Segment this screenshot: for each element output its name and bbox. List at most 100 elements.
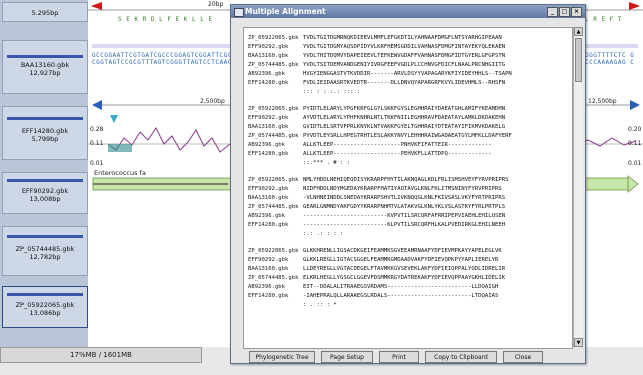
consensus-row: :.: .: : : : [248,230,343,239]
alignment-row: AB92396.gbk HVGYIENGGASTVTKVDDIR-------AR… [248,70,512,79]
protein-row: S E K R D L F E K L L E [118,16,213,23]
gc-scale-top: 0.28 [90,126,104,133]
alignment-row: EFF14280.gbk -------------------------KLP… [248,221,505,230]
sequence-sidebar: 5.295bp BAA13160.gbk 12,927bp EFF14280.g… [0,0,89,347]
close-window-button[interactable]: × [571,7,582,17]
alignment-sequence: ALLKTLEEP--------------------PNHVKFIFATT… [303,142,492,148]
alignment-sequence: GEARLGNMNDYAKFGDYYKRARPNHMTVLATAKVGLKNLY… [303,204,506,210]
alignment-sequence: -------------------------KLPVTILSRCQRFHL… [303,222,506,228]
sequence-block [578,44,638,48]
maximize-button[interactable]: □ [559,7,570,17]
sequence-bar [7,117,83,120]
alignment-sequence: NMLYHDDLNEHIQEQDISYKRARPFHYTILAKNQAGLKDL… [303,177,509,183]
alignment-row: BAA13160.gbk GVIDTLELSRTVFPRLKNYKLNTVAKKF… [248,123,505,132]
gc-scale-right-top: 0.20 [628,126,642,133]
alignment-block: ZP_05922065.gbk NMLYHDDLNEHIQEQDISYKRARPF… [244,176,572,239]
alignment-row: ZP_05744485.gbk GEARLGNMNDYAKFGDYYKRARPNH… [248,203,505,212]
sequence-entry[interactable]: 5.295bp [2,2,88,22]
dna-row: GCCGGAATTCGTGATCGCCCGGAGTCGGATTCGCCA [92,52,230,59]
gc-scale-right-mid: 0.11 [628,140,642,147]
alignment-row: AB92396.gbk -------------------------KVPV… [248,212,505,221]
alignment-sequence: AYVDTLELARYLYPHFKNHRLNTLTKKFNIILEGHHRAVF… [303,115,506,121]
dialog-titlebar[interactable]: Multiple Alignment _ □ × [231,5,585,18]
annotation-arrow-icon [627,175,639,193]
sequence-block [92,44,232,48]
sequence-entry-label: ZP_05744485.gbk 12,782bp [15,245,75,261]
alignment-sequence-name: BAA13160.gbk [248,124,289,130]
copy-to-clipboard-button[interactable]: Copy to Clipboard [425,351,497,363]
alignment-view[interactable]: ZP_05922065.gbk TVDLTGITDGMRNQKDIEEVLMMFL… [243,27,573,349]
print-button[interactable]: Print [379,351,419,363]
close-button[interactable]: Close [503,351,543,363]
sequence-entry[interactable]: EFF14280.gbk 5,799bp [2,106,88,160]
alignment-sequence-name: AB92396.gbk [248,284,286,290]
sequence-entry[interactable]: BAA13160.gbk 12,927bp [2,40,88,94]
window-icon [234,8,244,17]
dialog-title: Multiple Alignment [245,7,326,16]
sequence-entry[interactable]: ZP_05922065.gbk 13,086bp [2,286,88,328]
alignment-sequence-name: EFF90292.gbk [248,44,289,50]
alignment-sequence: YVDLTGITDGMYAQSDPIDYVLKRFHEMSGDDILVAHNAS… [303,44,506,50]
gc-scale-low: 0.01 [90,160,104,167]
alignment-sequence: TVDLTGITDGMRNQKDIEEVLMMFLEFGKDTILYAHNAAF… [303,35,502,41]
alignment-row: ZP_05744485.gbk ELKRLHEGLLYGSGCLGGEVFDSMM… [248,274,505,283]
alignment-sequence: -VLNHNEINDDLSNEDAYKRARPSHVTLIVKNQQGLKNLF… [303,195,506,201]
alignment-sequence-name: AB92396.gbk [248,142,286,148]
alignment-row: AB92396.gbk ALLKTLEEP--------------------… [248,141,492,150]
alignment-row: ZP_05744485.gbk YVDLTSITDEMVANDGENIYIVRGF… [248,61,505,70]
sequence-entry[interactable]: EFF90292.gbk 13,008bp [2,172,88,214]
nav-left-arrow-icon [92,100,102,110]
alignment-sequence-name: ZP_05922065.gbk [248,106,299,112]
alignment-sequence-name: ZP_05922065.gbk [248,35,299,41]
alignment-sequence: YVDLTHITDQMVYDAPEIEEVLTEFKEWVGDAFFVAHNAS… [303,53,506,59]
alignment-sequence-name: EFF14280.gbk [248,222,289,228]
nav-left-arrow-icon [91,2,102,10]
memory-status: 17%MB / 1601MB [0,347,202,363]
alignment-sequence-name: EFF90292.gbk [248,186,289,192]
alignment-sequence-name: EFF90292.gbk [248,115,289,121]
alignment-row: EFF90292.gbk AYVDTLELARYLYPHFKNHRLNTLTKKF… [248,114,505,123]
alignment-row: EFF14280.gbk FVDLIEIDAASRTKVEDTR-------DL… [248,79,505,88]
alignment-row: BAA13160.gbk YVDLTHITDQMVYDAPEIEEVLTEFKEW… [248,52,505,61]
scroll-thumb[interactable] [575,38,582,82]
alignment-row: ZP_05922065.gbk GLKKHRENLLIGSACDKGEIFEAMM… [248,247,502,256]
ruler-mid-left-label: 2,500bp [200,98,225,105]
scroll-down-arrow-icon[interactable]: ▼ [574,338,583,347]
alignment-sequence: :.: .: : : : [303,231,344,237]
alignment-row: EFF14280.gbk ALLKTLEEP-------------------… [248,150,492,159]
consensus-row: ::.*** . # : : [248,159,350,168]
alignment-row: EFF90292.gbk YVDLTGITDGMYAQSDPIDYVLKRFHEM… [248,43,505,52]
sequence-entry-label: EFF90292.gbk 13,008bp [21,187,69,203]
scroll-up-arrow-icon[interactable]: ▲ [574,27,583,36]
sequence-bar [7,179,83,182]
alignment-row: EFF90292.gbk GLKKLREGLLIGTACSGGELFEAMMKGM… [248,256,498,265]
minimize-button[interactable]: _ [547,7,558,17]
alignment-sequence-name: BAA13160.gbk [248,266,289,272]
phylogenetic-tree-button[interactable]: Phylogenetic Tree [249,351,315,363]
sequence-bar [7,55,83,58]
sequence-entry[interactable]: ZP_05744485.gbk 12,782bp [2,226,88,276]
page-setup-button[interactable]: Page Setup [321,351,373,363]
alignment-row: BAA13160.gbk LLDEYREGLLVGTACDEGELFTAVMKKG… [248,265,505,274]
alignment-scrollbar[interactable]: ▲ ▼ [573,27,583,347]
alignment-block: ZP_05922065.gbk TVDLTGITDGMRNQKDIEEVLMMFL… [244,34,572,97]
alignment-sequence: ::: : : :.: ::: : [303,89,361,95]
annotation-label: Enterococcus fa [94,169,146,177]
alignment-sequence: -IAHEPRALQLLARAAEGSLRDALS---------------… [303,293,499,299]
alignment-sequence-name: AB92396.gbk [248,213,286,219]
alignment-row: BAA13160.gbk -VLNHNEINDDLSNEDAYKRARPSHVTL… [248,194,505,203]
sequence-bar [7,293,83,296]
alignment-sequence-name: ZP_05744485.gbk [248,62,299,68]
sequence-entry-label: 5.295bp [31,9,59,17]
ruler-mid-right-label: 12,500bp [588,98,617,105]
multiple-alignment-dialog: Multiple Alignment _ □ × ZP_05922065.gbk… [230,4,586,364]
alignment-sequence: LLDEYREGLLVGTACDEGELFTAVMKKGVSEVEKLAKFYD… [303,266,506,272]
nav-right-arrow-icon [630,100,640,110]
alignment-sequence-name: ZP_05744485.gbk [248,133,299,139]
alignment-row: EFF14280.gbk -IAHEPRALQLLARAAEGSLRDALS---… [248,292,498,301]
gc-scale-mid: 0.11 [90,140,104,147]
alignment-sequence-name: EFF14280.gbk [248,293,289,299]
alignment-block: ZP_05922065.gbk PYIDTLELARYLYPGFKRFGLGYLS… [244,105,572,168]
consensus-row: : . :: : * [248,301,337,310]
alignment-sequence: FVDLIEIDAASRTKVEDTR-------DLLDNVQYAPARGR… [303,80,506,86]
